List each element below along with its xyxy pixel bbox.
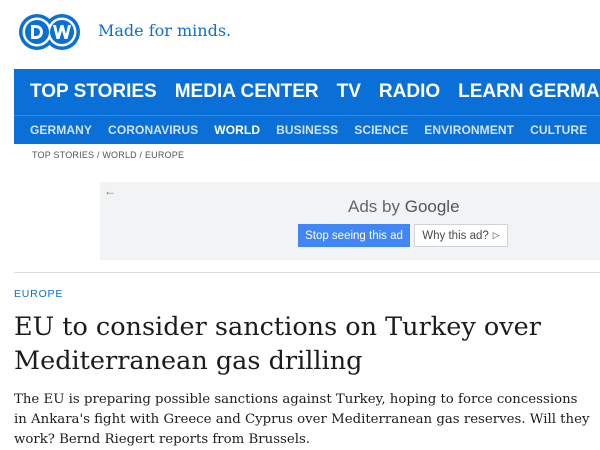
main-nav: TOP STORIES MEDIA CENTER TV RADIO LEARN … xyxy=(14,69,600,115)
article-lead: The EU is preparing possible sanctions a… xyxy=(14,392,590,447)
ads-by-label: Ads by xyxy=(348,197,400,216)
breadcrumb: TOP STORIES / WORLD / EUROPE xyxy=(32,150,184,160)
ad-container: ← Ads by Google Stop seeing this ad Why … xyxy=(100,182,600,260)
why-this-ad-label: Why this ad? xyxy=(422,229,489,242)
breadcrumb-world[interactable]: WORLD xyxy=(102,150,137,160)
subnav-environment[interactable]: ENVIRONMENT xyxy=(424,123,514,137)
dw-logo-icon xyxy=(19,14,80,50)
breadcrumb-europe[interactable]: EUROPE xyxy=(145,150,184,160)
divider xyxy=(14,272,600,273)
article-kicker[interactable]: EUROPE xyxy=(14,288,63,300)
subnav-germany[interactable]: GERMANY xyxy=(30,123,92,137)
tagline: Made for minds. xyxy=(98,21,232,40)
subnav-culture[interactable]: CULTURE xyxy=(530,123,587,137)
nav-tv[interactable]: TV xyxy=(337,81,361,103)
ads-by-google: Ads by Google xyxy=(348,197,460,217)
subnav-business[interactable]: BUSINESS xyxy=(276,123,338,137)
nav-radio[interactable]: RADIO xyxy=(379,81,440,103)
back-arrow-icon[interactable]: ← xyxy=(104,184,116,198)
play-triangle-icon: ▷ xyxy=(492,230,500,240)
dw-logo[interactable] xyxy=(18,10,84,54)
article-headline: EU to consider sanctions on Turkey over … xyxy=(14,312,541,376)
subnav-science[interactable]: SCIENCE xyxy=(354,123,408,137)
sub-nav: GERMANY CORONAVIRUS WORLD BUSINESS SCIEN… xyxy=(14,115,600,144)
subnav-coronavirus[interactable]: CORONAVIRUS xyxy=(108,123,198,137)
subnav-world[interactable]: WORLD xyxy=(214,123,260,137)
nav-media-center[interactable]: MEDIA CENTER xyxy=(175,81,319,103)
google-brand: Google xyxy=(404,197,460,216)
nav-learn-german[interactable]: LEARN GERMAN xyxy=(458,81,600,103)
stop-seeing-ad-button[interactable]: Stop seeing this ad xyxy=(298,224,410,247)
breadcrumb-top-stories[interactable]: TOP STORIES xyxy=(32,150,94,160)
nav-top-stories[interactable]: TOP STORIES xyxy=(30,81,157,103)
why-this-ad-button[interactable]: Why this ad? ▷ xyxy=(414,224,508,247)
